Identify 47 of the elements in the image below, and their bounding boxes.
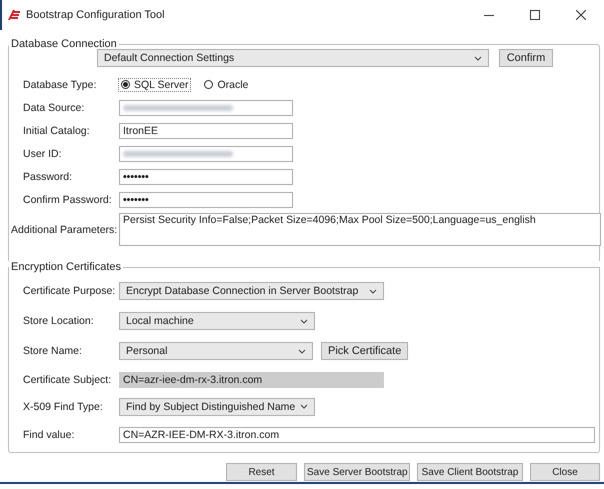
input-field[interactable]	[119, 146, 293, 162]
field-label: Certificate Purpose:	[22, 285, 116, 297]
action-button[interactable]: Save Client Bootstrap	[417, 463, 523, 481]
caret-icon	[369, 288, 377, 294]
blurred-text-icon	[123, 150, 233, 156]
caret-icon	[300, 318, 308, 324]
blurred-text-icon	[123, 104, 233, 110]
action-button[interactable]: Save Server Bootstrap	[304, 463, 410, 481]
connection-dropdown[interactable]: Default Connection Settings	[97, 49, 489, 67]
section-title: Encryption Certificates	[10, 261, 122, 273]
input-field[interactable]: CN=AZR-IEE-DM-RX-3.itron.com	[119, 427, 595, 443]
input-field[interactable]	[119, 100, 293, 116]
readonly-field: CN=azr-iee-dm-rx-3.itron.com	[119, 372, 384, 388]
caret-icon	[300, 404, 308, 409]
password-field[interactable]: •••••••	[119, 168, 293, 184]
caret-icon	[298, 348, 306, 354]
field-label: Data Source:	[22, 102, 86, 114]
confirm-button[interactable]: Confirm	[499, 49, 553, 67]
field-label: Certificate Subject:	[22, 374, 112, 386]
field-label: Password:	[22, 170, 74, 182]
text-area[interactable]: Persist Security Info=False;Packet Size=4096;Max Pool Size=500;Language=us_english	[119, 213, 601, 246]
action-button[interactable]: Close	[530, 463, 600, 481]
input-field[interactable]: ItronEE	[119, 122, 293, 138]
radio-option[interactable]: SQL Server	[119, 78, 190, 90]
dropdown[interactable]: Find by Subject Distinguished Name	[119, 398, 315, 416]
password-field[interactable]: •••••••	[119, 192, 293, 208]
field-label: User ID:	[22, 148, 63, 160]
section-title: Database Connection	[10, 38, 118, 50]
field-label: Database Type:	[22, 78, 98, 90]
field-label: Store Name:	[22, 345, 83, 357]
dropdown[interactable]: Local machine	[119, 312, 315, 330]
dropdown[interactable]: Personal	[119, 342, 313, 360]
field-label: Confirm Password:	[22, 194, 113, 206]
close-icon	[576, 10, 586, 20]
field-label: Find value:	[22, 429, 76, 441]
pick-certificate-button[interactable]: Pick Certificate	[321, 342, 408, 360]
dropdown[interactable]: Encrypt Database Connection in Server Bootstrap	[119, 282, 384, 300]
window-title: Bootstrap Configuration Tool	[26, 9, 166, 21]
field-label: X-509 Find Type:	[22, 400, 104, 412]
field-label: Store Location:	[22, 315, 95, 327]
radio-option[interactable]: Oracle	[202, 78, 250, 90]
field-label: Initial Catalog:	[22, 124, 91, 136]
maximize-icon	[530, 10, 540, 20]
caret-icon	[474, 56, 482, 60]
app-logo-icon	[8, 10, 20, 20]
field-label: Additional Parameters:	[10, 224, 118, 236]
action-button[interactable]: Reset	[226, 463, 297, 481]
